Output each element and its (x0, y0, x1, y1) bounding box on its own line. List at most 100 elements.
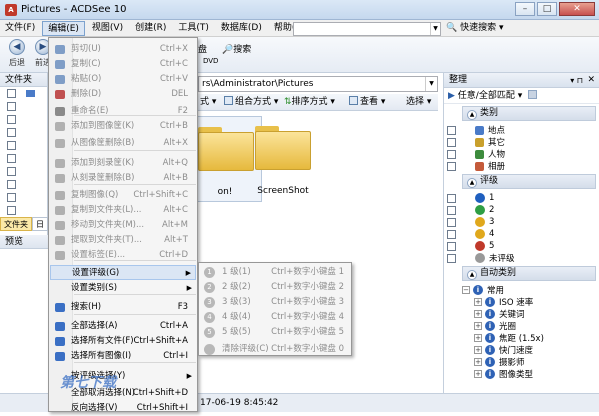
auto-category-row[interactable]: + i 快门速度 (444, 344, 599, 356)
rating-row[interactable]: 1 (444, 192, 599, 204)
menu-view[interactable]: 视图(V) (87, 21, 128, 36)
menu-create[interactable]: 创建(R) (130, 21, 171, 36)
category-row[interactable]: 相册 (444, 160, 599, 172)
category-checkbox[interactable] (447, 149, 456, 159)
rating-submenu-item[interactable]: 5 5 级(5) Ctrl+数字小键盘 5 (200, 325, 350, 340)
menu-file[interactable]: 文件(F) (0, 21, 40, 36)
rating-checkbox[interactable] (447, 241, 456, 251)
rating-checkbox[interactable] (447, 193, 456, 203)
rating-submenu-item[interactable]: 2 2 级(2) Ctrl+数字小键盘 2 (200, 280, 350, 295)
folder-checkbox[interactable] (7, 102, 16, 111)
collapse-icon[interactable]: − (462, 286, 470, 294)
folder-tree-row[interactable] (0, 139, 47, 152)
auto-category-row[interactable]: + i 光圈 (444, 320, 599, 332)
folder-tree-row[interactable] (0, 126, 47, 139)
auto-category-row[interactable]: + i 关键词 (444, 308, 599, 320)
dvd-label[interactable]: DVD (203, 57, 218, 65)
edit-menu-item[interactable]: 复制图像(Q) Ctrl+Shift+C (50, 188, 196, 203)
clear-icon[interactable] (528, 90, 538, 99)
category-row[interactable]: 其它 (444, 136, 599, 148)
category-row[interactable]: 人物 (444, 148, 599, 160)
rating-submenu-item[interactable]: 3 3 级(3) Ctrl+数字小键盘 3 (200, 295, 350, 310)
rating-row[interactable]: 3 (444, 216, 599, 228)
rating-checkbox[interactable] (447, 217, 456, 227)
auto-category-row[interactable]: + i ISO 速率 (444, 296, 599, 308)
folder-tree-row[interactable] (0, 100, 47, 113)
folder-checkbox[interactable] (7, 167, 16, 176)
maximize-button[interactable]: □ (537, 2, 557, 16)
tab-calendar[interactable]: 日 (32, 217, 48, 231)
edit-menu-item[interactable]: 删除(D) DEL (50, 87, 196, 102)
folder-checkbox[interactable] (7, 89, 16, 98)
expand-icon[interactable]: + (474, 298, 482, 306)
folder-checkbox[interactable] (7, 206, 16, 215)
auto-category-row[interactable]: + i 图像类型 (444, 368, 599, 380)
expand-icon[interactable]: + (474, 310, 482, 318)
edit-menu-item[interactable]: 反向选择(V) Ctrl+Shift+I (50, 401, 196, 416)
rating-submenu-item[interactable]: 清除评级(C) Ctrl+数字小键盘 0 (200, 342, 350, 357)
folder-tree-row[interactable] (0, 178, 47, 191)
edit-menu-item[interactable]: 全部选择(A) Ctrl+A (50, 319, 196, 334)
auto-category-row[interactable]: + i 摄影师 (444, 356, 599, 368)
folder-tree-row[interactable] (0, 152, 47, 165)
rating-row[interactable]: 2 (444, 204, 599, 216)
menu-edit[interactable]: 编辑(E) (42, 20, 85, 36)
search-button[interactable]: 🔎搜索 (222, 42, 251, 55)
folder-checkbox[interactable] (7, 141, 16, 150)
rating-section-header[interactable]: ▲ 评级 (462, 174, 596, 189)
edit-menu-item[interactable]: 从图像筐删除(B) Alt+X (50, 136, 196, 151)
rating-submenu-item[interactable]: 1 1 级(1) Ctrl+数字小键盘 1 (200, 265, 350, 280)
rating-checkbox[interactable] (447, 229, 456, 239)
tab-folders[interactable]: 文件夹 (0, 217, 32, 231)
category-row[interactable]: 地点 (444, 124, 599, 136)
expand-icon[interactable]: + (474, 358, 482, 366)
edit-menu-item[interactable]: 移动到文件夹(M)... Alt+M (50, 218, 196, 233)
display-mode-button[interactable]: 式 ▾ (200, 96, 216, 109)
rating-checkbox[interactable] (447, 205, 456, 215)
chevron-down-icon[interactable]: ▼ (425, 77, 437, 91)
folder-checkbox[interactable] (7, 115, 16, 124)
auto-category-row[interactable]: + i 焦距 (1.5x) (444, 332, 599, 344)
edit-menu-item[interactable]: 设置评级(G) ▶ (50, 265, 196, 280)
address-bar[interactable]: rs\Administrator\Pictures ▼ (198, 76, 438, 92)
edit-menu-item[interactable]: 添加到刻录筐(K) Alt+Q (50, 156, 196, 171)
close-button[interactable]: ✕ (559, 2, 595, 16)
folder-checkbox[interactable] (7, 128, 16, 137)
folder-checkbox[interactable] (7, 180, 16, 189)
folder-tree-row[interactable] (0, 191, 47, 204)
edit-menu-item[interactable]: 搜索(H) F3 (50, 300, 196, 315)
edit-menu-item[interactable]: 粘贴(O) Ctrl+V (50, 72, 196, 87)
minimize-button[interactable]: – (515, 2, 535, 16)
edit-menu-item[interactable]: 提取到文件夹(T)... Alt+T (50, 233, 196, 248)
rating-row[interactable]: 5 (444, 240, 599, 252)
sort-by-button[interactable]: ⇅排序方式 ▾ (284, 96, 335, 109)
category-checkbox[interactable] (447, 137, 456, 147)
rating-checkbox[interactable] (447, 253, 456, 263)
back-button[interactable]: ◀ 后退 (4, 39, 30, 68)
menu-tools[interactable]: 工具(T) (173, 21, 214, 36)
folder-tree-row[interactable] (0, 87, 47, 100)
quick-search-button[interactable]: 🔍 快速搜索 ▾ (446, 21, 504, 36)
folder-checkbox[interactable] (7, 154, 16, 163)
folder-checkbox[interactable] (7, 193, 16, 202)
expand-icon[interactable]: + (474, 322, 482, 330)
edit-menu-item[interactable]: 添加到图像筐(K) Ctrl+B (50, 119, 196, 134)
chevron-down-icon[interactable]: ▼ (430, 23, 440, 35)
expand-icon[interactable]: + (474, 346, 482, 354)
rating-submenu-item[interactable]: 4 4 级(4) Ctrl+数字小键盘 4 (200, 310, 350, 325)
view-button[interactable]: 查看 ▾ (349, 96, 385, 109)
folder-tree-row[interactable] (0, 204, 47, 217)
category-checkbox[interactable] (447, 161, 456, 171)
category-checkbox[interactable] (447, 125, 456, 135)
pin-icon[interactable]: ▾ ⊓ (570, 73, 583, 88)
match-mode-dropdown[interactable]: 任意/全部匹配 ▾ (458, 91, 522, 101)
auto-category-root[interactable]: − i 常用 (444, 284, 599, 296)
edit-menu-item[interactable]: 复制到文件夹(L)... Alt+C (50, 203, 196, 218)
folder-tree-row[interactable] (0, 113, 47, 126)
edit-menu-item[interactable]: 重命名(E) F2 (50, 104, 196, 119)
disc-label[interactable]: 盘 (198, 42, 207, 55)
rating-row[interactable]: 未评级 (444, 252, 599, 264)
edit-menu-item[interactable]: 剪切(U) Ctrl+X (50, 42, 196, 57)
group-by-button[interactable]: 组合方式 ▾ (224, 96, 278, 109)
edit-menu-item[interactable]: 选择所有文件(F) Ctrl+Shift+A (50, 334, 196, 349)
